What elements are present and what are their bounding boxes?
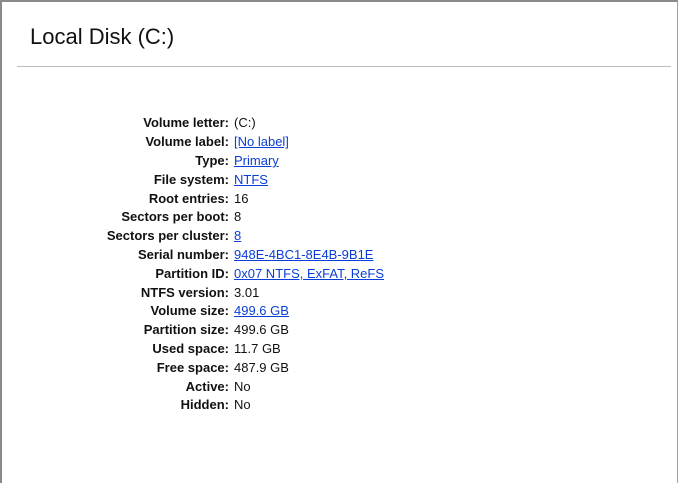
- property-label: Volume label:: [145, 134, 229, 150]
- property-label: File system:: [153, 171, 229, 187]
- serial-number-link[interactable]: 948E-4BC1-8E4B-9B1E: [234, 246, 373, 264]
- property-row-serial-number: Serial number: 948E-4BC1-8E4B-9B1E: [2, 246, 662, 265]
- property-label: Type:: [195, 152, 229, 168]
- property-row-root-entries: Root entries: 16: [2, 189, 662, 208]
- properties-list: Volume letter: (C:) Volume label: [No la…: [2, 114, 662, 415]
- property-row-partition-size: Partition size: 499.6 GB: [2, 321, 662, 340]
- property-row-used-space: Used space: 11.7 GB: [2, 340, 662, 359]
- property-label: Free space:: [156, 359, 229, 375]
- volume-label-link[interactable]: [No label]: [234, 133, 289, 151]
- property-row-file-system: File system: NTFS: [2, 170, 662, 189]
- property-label: Partition ID:: [155, 265, 229, 281]
- property-value: 8: [234, 209, 242, 225]
- file-system-link[interactable]: NTFS: [234, 171, 268, 189]
- property-row-active: Active: No: [2, 377, 662, 396]
- property-label: Sectors per cluster:: [106, 228, 229, 244]
- property-row-sectors-per-boot: Sectors per boot: 8: [2, 208, 662, 227]
- partition-id-link[interactable]: 0x07 NTFS, ExFAT, ReFS: [234, 265, 384, 283]
- property-value: 499.6 GB: [234, 322, 289, 338]
- property-label: Used space:: [152, 340, 229, 356]
- property-row-volume-letter: Volume letter: (C:): [2, 114, 662, 133]
- page-title: Local Disk (C:): [30, 24, 175, 49]
- property-row-ntfs-version: NTFS version: 3.01: [2, 283, 662, 302]
- property-label: Active:: [185, 378, 229, 394]
- property-value: 11.7 GB: [234, 340, 281, 356]
- property-label: Sectors per boot:: [121, 209, 229, 225]
- property-label: Partition size:: [143, 322, 229, 338]
- property-value: (C:): [234, 115, 256, 131]
- disk-properties-panel: Local Disk (C:) Volume letter: (C:) Volu…: [0, 0, 678, 483]
- property-label: Volume size:: [150, 303, 229, 319]
- property-row-type: Type: Primary: [2, 152, 662, 171]
- property-label: Volume letter:: [143, 115, 229, 131]
- property-row-sectors-per-cluster: Sectors per cluster: 8: [2, 227, 662, 246]
- sectors-per-cluster-link[interactable]: 8: [234, 227, 241, 245]
- property-row-volume-label: Volume label: [No label]: [2, 133, 662, 152]
- property-value: No: [234, 397, 251, 413]
- property-row-partition-id: Partition ID: 0x07 NTFS, ExFAT, ReFS: [2, 264, 662, 283]
- property-label: Hidden:: [180, 397, 229, 413]
- property-row-hidden: Hidden: No: [2, 396, 662, 415]
- title-divider: [17, 66, 671, 67]
- property-label: Serial number:: [137, 246, 229, 262]
- property-label: NTFS version:: [140, 284, 229, 300]
- property-value: 487.9 GB: [234, 359, 289, 375]
- property-value: 16: [234, 190, 249, 206]
- property-row-free-space: Free space: 487.9 GB: [2, 358, 662, 377]
- property-value: No: [234, 378, 251, 394]
- property-row-volume-size: Volume size: 499.6 GB: [2, 302, 662, 321]
- volume-size-link[interactable]: 499.6 GB: [234, 302, 289, 320]
- property-label: Root entries:: [148, 190, 229, 206]
- type-link[interactable]: Primary: [234, 152, 279, 170]
- property-value: 3.01: [234, 284, 260, 300]
